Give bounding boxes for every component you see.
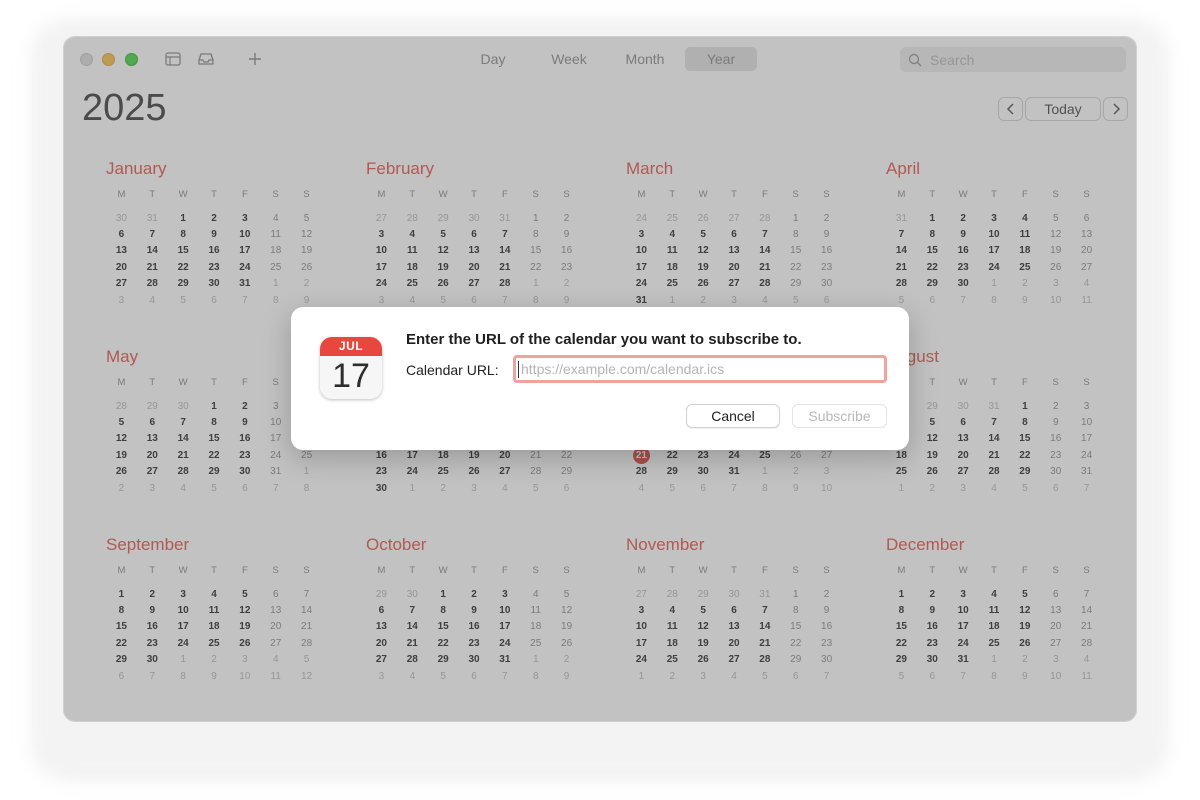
calendar-url-input[interactable]: [513, 355, 887, 383]
subscribe-button[interactable]: Subscribe: [792, 404, 887, 428]
calendar-icon-day: 17: [332, 357, 370, 395]
calendar-url-label: Calendar URL:: [406, 362, 499, 378]
calendar-app-icon: JUL 17: [320, 337, 382, 399]
cancel-button[interactable]: Cancel: [686, 404, 780, 428]
dialog-title: Enter the URL of the calendar you want t…: [406, 331, 802, 348]
text-caret: [518, 361, 519, 378]
calendar-icon-month: JUL: [320, 337, 382, 356]
subscribe-dialog: JUL 17 Enter the URL of the calendar you…: [291, 307, 909, 450]
